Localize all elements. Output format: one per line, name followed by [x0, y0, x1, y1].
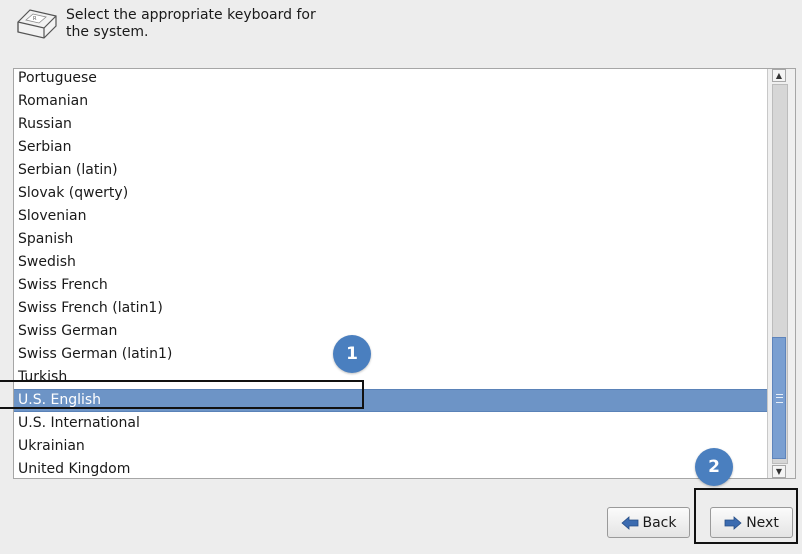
keyboard-key-icon: R [17, 9, 57, 39]
list-item[interactable]: Serbian (latin) [14, 159, 769, 182]
keyboard-list[interactable]: Portuguese Romanian Russian Serbian Serbian … [13, 68, 796, 479]
scroll-up-arrow-icon[interactable]: ▲ [772, 69, 786, 82]
list-item[interactable]: Portuguese [14, 69, 769, 90]
back-button[interactable]: Back [607, 507, 690, 538]
svg-text:R: R [33, 16, 37, 22]
list-item[interactable]: Serbian [14, 136, 769, 159]
step-badge-2: 2 [695, 448, 733, 486]
header: R Select the appropriate keyboard for th… [0, 0, 802, 60]
list-item[interactable]: Swiss German (latin1) [14, 343, 769, 366]
back-button-label: Back [642, 514, 677, 531]
highlight-box-selection [0, 380, 364, 409]
list-item[interactable]: Swiss French [14, 274, 769, 297]
list-item[interactable]: Slovenian [14, 205, 769, 228]
list-scrollbar[interactable]: ▲ ▼ [767, 69, 795, 478]
list-item[interactable]: Russian [14, 113, 769, 136]
list-item[interactable]: Swiss German [14, 320, 769, 343]
next-button[interactable]: Next [710, 507, 793, 538]
list-item[interactable]: Swiss French (latin1) [14, 297, 769, 320]
arrow-left-icon [620, 515, 638, 530]
list-item[interactable]: Romanian [14, 90, 769, 113]
step-badge-1: 1 [333, 335, 371, 373]
scroll-grip-icon [776, 394, 783, 403]
list-item[interactable]: U.S. International [14, 412, 769, 435]
keyboard-list-items: Portuguese Romanian Russian Serbian Serbian … [14, 69, 769, 478]
list-item[interactable]: Spanish [14, 228, 769, 251]
scroll-down-arrow-icon[interactable]: ▼ [772, 465, 786, 478]
scroll-thumb[interactable] [772, 337, 786, 459]
next-button-label: Next [746, 514, 779, 531]
list-item[interactable]: Ukrainian [14, 435, 769, 458]
page-title: Select the appropriate keyboard for the … [66, 7, 316, 40]
list-item[interactable]: United Kingdom [14, 458, 769, 478]
list-item[interactable]: Swedish [14, 251, 769, 274]
arrow-right-icon [724, 515, 742, 530]
list-item[interactable]: Slovak (qwerty) [14, 182, 769, 205]
